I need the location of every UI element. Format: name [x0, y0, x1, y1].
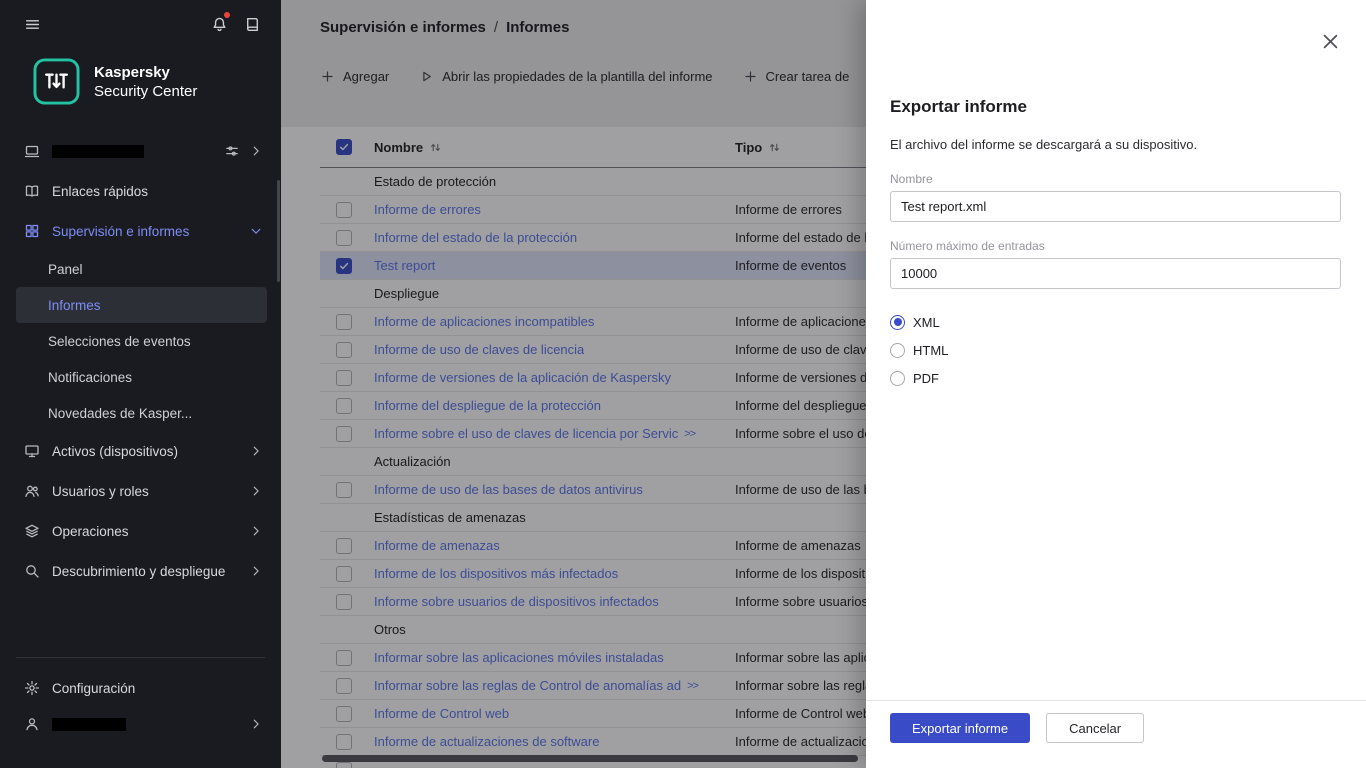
- trailing-icons: [249, 444, 263, 458]
- sidebar-subitem-label: Panel: [48, 261, 83, 277]
- sidebar-item-label: Enlaces rápidos: [52, 183, 149, 199]
- cancel-button[interactable]: Cancelar: [1046, 713, 1145, 743]
- export-button[interactable]: Exportar informe: [890, 713, 1031, 743]
- grid-icon: [24, 223, 40, 239]
- sidebar-topbar: [0, 0, 281, 33]
- sidebar-item-server[interactable]: [0, 131, 281, 171]
- trailing-icons: [249, 717, 263, 731]
- layers-icon: [24, 523, 40, 539]
- topbar-icons: [211, 12, 261, 33]
- sidebar-subitem-label: Selecciones de eventos: [48, 333, 191, 349]
- sidebar-subitem-event-selections[interactable]: Selecciones de eventos: [16, 323, 267, 359]
- redacted-label: [52, 144, 144, 158]
- format-label: HTML: [913, 342, 949, 358]
- sidebar-subitem-kaspersky-news[interactable]: Novedades de Kasper...: [16, 395, 267, 431]
- brand-line1: Kaspersky: [94, 63, 170, 81]
- sidebar-subitem-label: Novedades de Kasper...: [48, 405, 193, 421]
- trailing-icons: [249, 224, 263, 238]
- trailing-icons: [249, 484, 263, 498]
- sidebar-item-discovery-deployment[interactable]: Descubrimiento y despliegue: [0, 551, 281, 591]
- kaspersky-logo: Kaspersky Security Center: [33, 58, 261, 105]
- sidebar-item-label: Operaciones: [52, 523, 129, 539]
- name-input[interactable]: [890, 191, 1341, 222]
- chevron-right-icon: [249, 144, 263, 158]
- chevron-right-icon: [249, 484, 263, 498]
- users-icon: [24, 483, 40, 499]
- gear-icon: [24, 680, 40, 696]
- server-icon: [24, 143, 40, 159]
- format-radio-html[interactable]: HTML: [890, 336, 1341, 364]
- sidebar-subitem-label: Notificaciones: [48, 369, 133, 385]
- max-entries-input[interactable]: [890, 258, 1341, 289]
- sidebar-bottom: Configuración: [0, 657, 281, 768]
- divider: [16, 657, 265, 658]
- close-icon[interactable]: [1320, 31, 1341, 52]
- kaspersky-logo-icon: [33, 58, 80, 105]
- sidebar-item-monitoring-reports[interactable]: Supervisión e informes: [0, 211, 281, 251]
- sidebar-item-account[interactable]: [0, 706, 281, 742]
- panel-footer: Exportar informe Cancelar: [866, 700, 1366, 768]
- sidebar-item-label: Configuración: [52, 680, 136, 696]
- trailing-icons: [225, 144, 263, 158]
- user-icon: [24, 716, 40, 732]
- chevron-right-icon: [249, 717, 263, 731]
- trailing-icons: [249, 564, 263, 578]
- trailing-icons: [249, 524, 263, 538]
- format-label: PDF: [913, 370, 939, 386]
- panel-title: Exportar informe: [890, 97, 1027, 116]
- sidebar-subitem-informes[interactable]: Informes: [16, 287, 267, 323]
- max-entries-label: Número máximo de entradas: [890, 239, 1045, 253]
- sidebar-nav: Enlaces rápidos Supervisión e informes Pan…: [0, 131, 281, 591]
- export-report-panel: Exportar informe El archivo del informe …: [866, 0, 1366, 768]
- sidebar-subitem-label: Informes: [48, 297, 101, 313]
- sliders-icon: [225, 144, 239, 158]
- format-label: XML: [913, 314, 940, 330]
- redacted-label: [52, 717, 126, 731]
- sidebar-subitem-panel[interactable]: Panel: [16, 251, 267, 287]
- chevron-down-icon: [249, 224, 263, 238]
- brand-name: Kaspersky Security Center: [94, 63, 197, 101]
- sidebar-item-label: Activos (dispositivos): [52, 443, 179, 459]
- search-icon: [24, 563, 40, 579]
- sidebar-item-label: Supervisión e informes: [52, 223, 190, 239]
- format-radio-group: XML HTML PDF: [890, 308, 1341, 392]
- notifications-bell-icon[interactable]: [211, 12, 230, 33]
- chevron-right-icon: [249, 524, 263, 538]
- menu-toggle-icon[interactable]: [24, 16, 41, 33]
- documentation-icon[interactable]: [244, 16, 261, 33]
- sidebar-item-assets[interactable]: Activos (dispositivos): [0, 431, 281, 471]
- sidebar-scrollbar[interactable]: [277, 180, 280, 282]
- sidebar-item-label: Descubrimiento y despliegue: [52, 563, 226, 579]
- monitor-icon: [24, 443, 40, 459]
- sidebar-bottom-items: Configuración: [0, 670, 281, 742]
- name-field-label: Nombre: [890, 172, 933, 186]
- sidebar-item-users-roles[interactable]: Usuarios y roles: [0, 471, 281, 511]
- map-icon: [24, 183, 40, 199]
- chevron-right-icon: [249, 444, 263, 458]
- radio-selected-icon: [890, 314, 905, 330]
- brand-line2: Security Center: [94, 82, 198, 100]
- radio-unselected-icon: [890, 342, 905, 358]
- radio-unselected-icon: [890, 370, 905, 386]
- sidebar-item-settings[interactable]: Configuración: [0, 670, 281, 706]
- app: Kaspersky Security Center Enlaces rápido…: [0, 0, 1366, 768]
- panel-body: Exportar informe El archivo del informe …: [866, 0, 1366, 392]
- format-radio-pdf[interactable]: PDF: [890, 364, 1341, 392]
- sidebar-item-label: Usuarios y roles: [52, 483, 149, 499]
- panel-description: El archivo del informe se descargará a s…: [890, 137, 1198, 152]
- sidebar-subitem-notifications[interactable]: Notificaciones: [16, 359, 267, 395]
- sidebar-item-operations[interactable]: Operaciones: [0, 511, 281, 551]
- chevron-right-icon: [249, 564, 263, 578]
- sidebar-item-quick-links[interactable]: Enlaces rápidos: [0, 171, 281, 211]
- format-radio-xml[interactable]: XML: [890, 308, 1341, 336]
- sidebar: Kaspersky Security Center Enlaces rápido…: [0, 0, 281, 768]
